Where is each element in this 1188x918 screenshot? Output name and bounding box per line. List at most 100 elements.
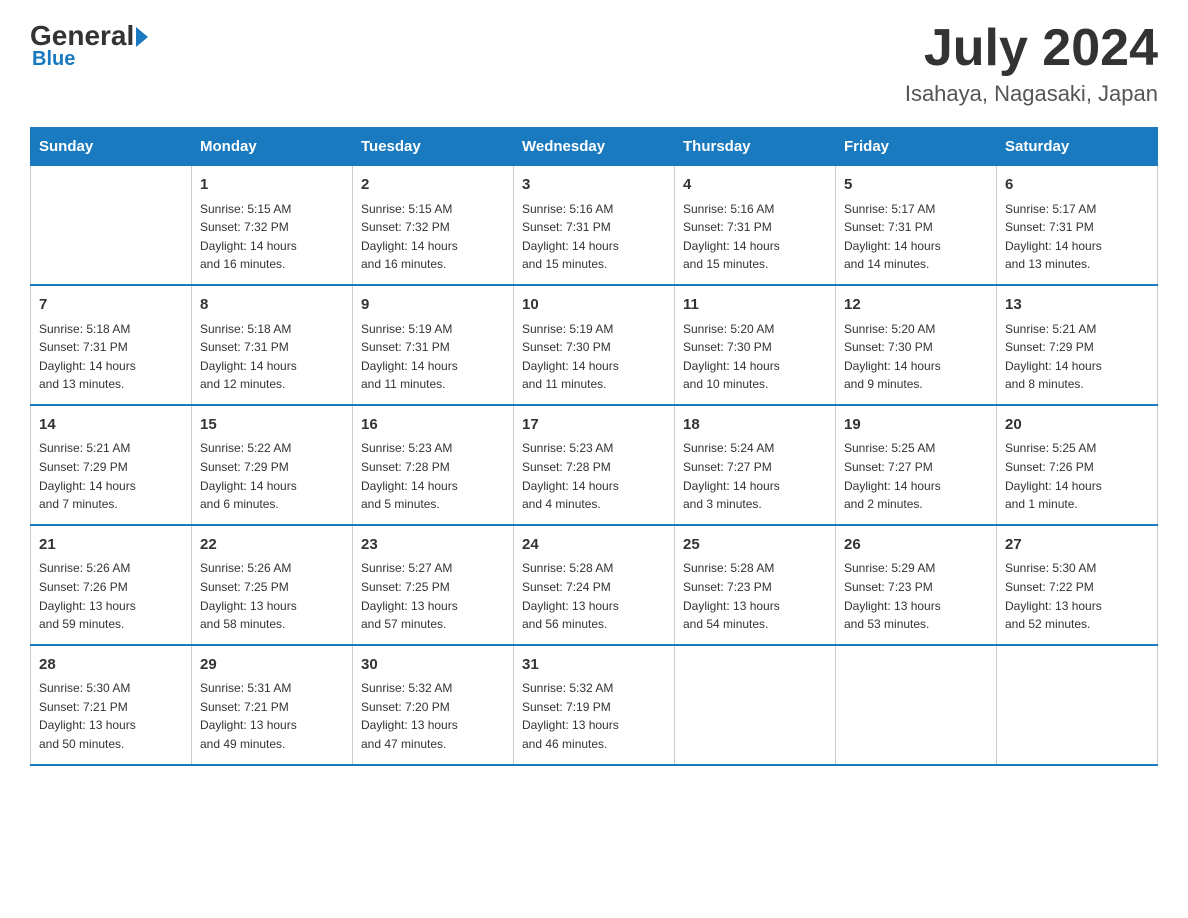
day-info: Sunrise: 5:26 AMSunset: 7:26 PMDaylight:… bbox=[39, 559, 183, 633]
day-info: Sunrise: 5:22 AMSunset: 7:29 PMDaylight:… bbox=[200, 439, 344, 513]
logo-blue: Blue bbox=[32, 48, 75, 71]
day-info: Sunrise: 5:19 AMSunset: 7:30 PMDaylight:… bbox=[522, 320, 666, 394]
calendar-cell: 23Sunrise: 5:27 AMSunset: 7:25 PMDayligh… bbox=[353, 525, 514, 645]
calendar-cell: 10 Sunrise: 5:19 AMSunset: 7:30 PMDayligh… bbox=[514, 285, 675, 405]
day-number: 31 bbox=[522, 654, 666, 677]
day-number: 17 bbox=[522, 414, 666, 437]
day-info: Sunrise: 5:15 AMSunset: 7:32 PMDaylight:… bbox=[200, 200, 344, 274]
header-friday: Friday bbox=[836, 128, 997, 166]
day-number: 24 bbox=[522, 534, 666, 557]
day-info: Sunrise: 5:16 AMSunset: 7:31 PMDaylight:… bbox=[522, 200, 666, 274]
calendar-cell: 25Sunrise: 5:28 AMSunset: 7:23 PMDayligh… bbox=[675, 525, 836, 645]
day-number: 22 bbox=[200, 534, 344, 557]
day-number: 11 bbox=[683, 294, 827, 317]
calendar-table: SundayMondayTuesdayWednesdayThursdayFrid… bbox=[30, 127, 1158, 765]
day-info: Sunrise: 5:18 AMSunset: 7:31 PMDaylight:… bbox=[200, 320, 344, 394]
calendar-cell: 12Sunrise: 5:20 AMSunset: 7:30 PMDayligh… bbox=[836, 285, 997, 405]
calendar-cell: 8 Sunrise: 5:18 AMSunset: 7:31 PMDaylight… bbox=[192, 285, 353, 405]
day-info: Sunrise: 5:28 AMSunset: 7:24 PMDaylight:… bbox=[522, 559, 666, 633]
day-number: 15 bbox=[200, 414, 344, 437]
day-number: 13 bbox=[1005, 294, 1149, 317]
day-number: 20 bbox=[1005, 414, 1149, 437]
calendar-week-1: 1 Sunrise: 5:15 AMSunset: 7:32 PMDaylight… bbox=[31, 166, 1158, 285]
day-info: Sunrise: 5:17 AMSunset: 7:31 PMDaylight:… bbox=[844, 200, 988, 274]
calendar-cell bbox=[31, 166, 192, 285]
logo: General Blue bbox=[30, 20, 148, 71]
day-info: Sunrise: 5:25 AMSunset: 7:27 PMDaylight:… bbox=[844, 439, 988, 513]
location-title: Isahaya, Nagasaki, Japan bbox=[905, 81, 1158, 107]
day-info: Sunrise: 5:30 AMSunset: 7:21 PMDaylight:… bbox=[39, 679, 183, 753]
calendar-cell: 16Sunrise: 5:23 AMSunset: 7:28 PMDayligh… bbox=[353, 405, 514, 525]
header-thursday: Thursday bbox=[675, 128, 836, 166]
calendar-cell: 20Sunrise: 5:25 AMSunset: 7:26 PMDayligh… bbox=[997, 405, 1158, 525]
day-number: 1 bbox=[200, 174, 344, 197]
calendar-cell bbox=[997, 645, 1158, 765]
calendar-cell: 13 Sunrise: 5:21 AMSunset: 7:29 PMDayligh… bbox=[997, 285, 1158, 405]
calendar-cell: 2Sunrise: 5:15 AMSunset: 7:32 PMDaylight… bbox=[353, 166, 514, 285]
day-info: Sunrise: 5:26 AMSunset: 7:25 PMDaylight:… bbox=[200, 559, 344, 633]
day-info: Sunrise: 5:32 AMSunset: 7:19 PMDaylight:… bbox=[522, 679, 666, 753]
day-number: 19 bbox=[844, 414, 988, 437]
calendar-cell: 31Sunrise: 5:32 AMSunset: 7:19 PMDayligh… bbox=[514, 645, 675, 765]
day-number: 9 bbox=[361, 294, 505, 317]
day-number: 30 bbox=[361, 654, 505, 677]
calendar-cell: 22Sunrise: 5:26 AMSunset: 7:25 PMDayligh… bbox=[192, 525, 353, 645]
day-number: 10 bbox=[522, 294, 666, 317]
calendar-cell: 11 Sunrise: 5:20 AMSunset: 7:30 PMDayligh… bbox=[675, 285, 836, 405]
calendar-cell: 1 Sunrise: 5:15 AMSunset: 7:32 PMDaylight… bbox=[192, 166, 353, 285]
day-info: Sunrise: 5:18 AMSunset: 7:31 PMDaylight:… bbox=[39, 320, 183, 394]
calendar-cell: 14Sunrise: 5:21 AMSunset: 7:29 PMDayligh… bbox=[31, 405, 192, 525]
day-info: Sunrise: 5:27 AMSunset: 7:25 PMDaylight:… bbox=[361, 559, 505, 633]
calendar-cell: 28Sunrise: 5:30 AMSunset: 7:21 PMDayligh… bbox=[31, 645, 192, 765]
header-wednesday: Wednesday bbox=[514, 128, 675, 166]
page-header: General Blue July 2024 Isahaya, Nagasaki… bbox=[30, 20, 1158, 107]
day-number: 12 bbox=[844, 294, 988, 317]
day-info: Sunrise: 5:21 AMSunset: 7:29 PMDaylight:… bbox=[39, 439, 183, 513]
calendar-cell: 30Sunrise: 5:32 AMSunset: 7:20 PMDayligh… bbox=[353, 645, 514, 765]
title-block: July 2024 Isahaya, Nagasaki, Japan bbox=[905, 20, 1158, 107]
day-number: 16 bbox=[361, 414, 505, 437]
calendar-cell: 29Sunrise: 5:31 AMSunset: 7:21 PMDayligh… bbox=[192, 645, 353, 765]
day-info: Sunrise: 5:23 AMSunset: 7:28 PMDaylight:… bbox=[522, 439, 666, 513]
calendar-week-2: 7 Sunrise: 5:18 AMSunset: 7:31 PMDaylight… bbox=[31, 285, 1158, 405]
calendar-header-row: SundayMondayTuesdayWednesdayThursdayFrid… bbox=[31, 128, 1158, 166]
calendar-cell: 6Sunrise: 5:17 AMSunset: 7:31 PMDaylight… bbox=[997, 166, 1158, 285]
calendar-cell bbox=[675, 645, 836, 765]
calendar-cell: 15Sunrise: 5:22 AMSunset: 7:29 PMDayligh… bbox=[192, 405, 353, 525]
calendar-cell: 17Sunrise: 5:23 AMSunset: 7:28 PMDayligh… bbox=[514, 405, 675, 525]
header-monday: Monday bbox=[192, 128, 353, 166]
day-info: Sunrise: 5:16 AMSunset: 7:31 PMDaylight:… bbox=[683, 200, 827, 274]
calendar-cell: 3Sunrise: 5:16 AMSunset: 7:31 PMDaylight… bbox=[514, 166, 675, 285]
day-number: 5 bbox=[844, 174, 988, 197]
day-info: Sunrise: 5:24 AMSunset: 7:27 PMDaylight:… bbox=[683, 439, 827, 513]
calendar-cell: 19Sunrise: 5:25 AMSunset: 7:27 PMDayligh… bbox=[836, 405, 997, 525]
day-number: 4 bbox=[683, 174, 827, 197]
calendar-cell: 9 Sunrise: 5:19 AMSunset: 7:31 PMDaylight… bbox=[353, 285, 514, 405]
calendar-week-3: 14Sunrise: 5:21 AMSunset: 7:29 PMDayligh… bbox=[31, 405, 1158, 525]
calendar-cell bbox=[836, 645, 997, 765]
day-number: 27 bbox=[1005, 534, 1149, 557]
day-info: Sunrise: 5:30 AMSunset: 7:22 PMDaylight:… bbox=[1005, 559, 1149, 633]
day-info: Sunrise: 5:23 AMSunset: 7:28 PMDaylight:… bbox=[361, 439, 505, 513]
day-number: 14 bbox=[39, 414, 183, 437]
day-info: Sunrise: 5:20 AMSunset: 7:30 PMDaylight:… bbox=[683, 320, 827, 394]
calendar-cell: 5 Sunrise: 5:17 AMSunset: 7:31 PMDaylight… bbox=[836, 166, 997, 285]
day-number: 25 bbox=[683, 534, 827, 557]
calendar-cell: 24Sunrise: 5:28 AMSunset: 7:24 PMDayligh… bbox=[514, 525, 675, 645]
calendar-week-5: 28Sunrise: 5:30 AMSunset: 7:21 PMDayligh… bbox=[31, 645, 1158, 765]
day-number: 26 bbox=[844, 534, 988, 557]
day-number: 29 bbox=[200, 654, 344, 677]
day-info: Sunrise: 5:19 AMSunset: 7:31 PMDaylight:… bbox=[361, 320, 505, 394]
day-number: 21 bbox=[39, 534, 183, 557]
day-number: 8 bbox=[200, 294, 344, 317]
logo-arrow-icon bbox=[136, 27, 148, 47]
calendar-cell: 21Sunrise: 5:26 AMSunset: 7:26 PMDayligh… bbox=[31, 525, 192, 645]
day-number: 7 bbox=[39, 294, 183, 317]
day-number: 23 bbox=[361, 534, 505, 557]
calendar-cell: 4 Sunrise: 5:16 AMSunset: 7:31 PMDaylight… bbox=[675, 166, 836, 285]
day-number: 6 bbox=[1005, 174, 1149, 197]
day-number: 2 bbox=[361, 174, 505, 197]
header-sunday: Sunday bbox=[31, 128, 192, 166]
calendar-cell: 26Sunrise: 5:29 AMSunset: 7:23 PMDayligh… bbox=[836, 525, 997, 645]
day-info: Sunrise: 5:21 AMSunset: 7:29 PMDaylight:… bbox=[1005, 320, 1149, 394]
